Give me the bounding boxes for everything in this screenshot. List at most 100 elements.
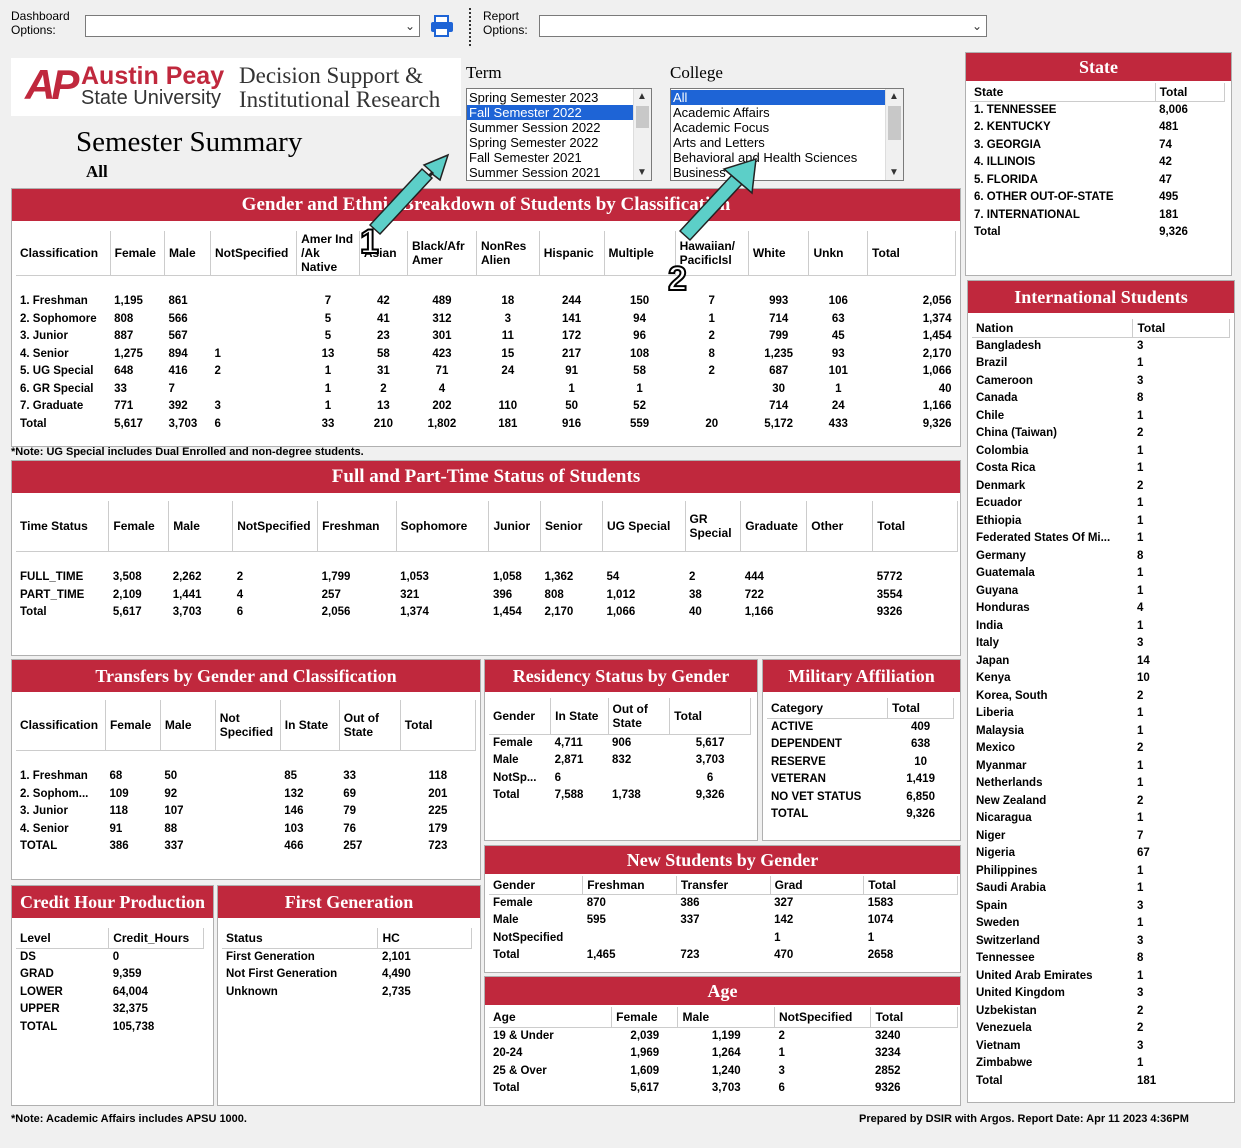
column-header[interactable]: In State	[550, 698, 609, 735]
table-row: Uzbekistan 2	[972, 1002, 1230, 1020]
column-header[interactable]: Sophomore	[396, 501, 490, 552]
college-option[interactable]: Academic Affairs	[671, 105, 903, 120]
table-cell: 312	[432, 312, 452, 325]
column-header[interactable]: Male	[168, 501, 234, 552]
international-title: International Students	[968, 281, 1234, 313]
column-header[interactable]: Male	[164, 231, 212, 276]
table-cell: FULL_TIME	[20, 571, 84, 584]
new-students-title: New Students by Gender	[485, 846, 960, 874]
column-header[interactable]: NotSpecified	[210, 231, 298, 276]
column-header[interactable]: NotSpecified	[774, 1007, 872, 1028]
table-cell: 321	[400, 588, 420, 601]
column-header[interactable]: State	[970, 83, 1156, 102]
scroll-up-icon[interactable]: ▲	[889, 91, 899, 102]
table-cell: 832	[612, 754, 632, 767]
column-header[interactable]: UG Special	[602, 501, 686, 552]
college-scrollbar[interactable]: ▲ ▼	[885, 89, 903, 180]
table-cell: 146	[284, 805, 304, 818]
column-header[interactable]: Gender	[489, 876, 584, 895]
table-cell: Niger	[976, 829, 1006, 842]
term-option[interactable]: Summer Session 2022	[467, 120, 651, 135]
table-cell: Guyana	[976, 584, 1019, 597]
column-header[interactable]: Out of State	[608, 698, 671, 735]
column-header[interactable]: Total	[400, 700, 477, 751]
column-header[interactable]: Freshman	[582, 876, 677, 895]
column-header[interactable]: Credit_Hours	[108, 928, 204, 949]
table-row: 1. Freshman 68 50 85 33 118	[16, 768, 476, 786]
state-panel: State State Total 1. TENNESSEE 8,006 2. KENT…	[965, 52, 1232, 276]
table-row: Guatemala 1	[972, 565, 1230, 583]
table-row: Federated States Of Mi... 1	[972, 530, 1230, 548]
column-header[interactable]: Unkn	[808, 231, 869, 276]
table-cell: 257	[343, 840, 363, 853]
column-header[interactable]: Status	[222, 928, 379, 949]
dashboard-options-select[interactable]: ⌄	[85, 15, 420, 37]
university-logo: AP Austin Peay State University Decision…	[11, 58, 461, 116]
column-header[interactable]: Female	[105, 700, 161, 751]
column-header[interactable]: Amer Ind /Ak Native	[296, 231, 360, 276]
table-cell: 1,066	[606, 606, 636, 619]
column-header[interactable]: Total	[872, 501, 958, 552]
term-option[interactable]: Spring Semester 2023	[467, 90, 651, 105]
column-header[interactable]: Total	[863, 876, 958, 895]
table-cell	[215, 785, 280, 803]
column-header[interactable]: Total	[867, 231, 956, 276]
scroll-thumb[interactable]	[888, 106, 901, 140]
column-header[interactable]: Nation	[972, 319, 1134, 338]
scroll-down-icon[interactable]: ▼	[889, 167, 899, 178]
table-row: 5. UG Special 648 416 2 1 31 71 24 91 58 2 687 101 1,…	[16, 363, 956, 381]
column-header[interactable]: Male	[677, 1007, 775, 1028]
table-row: Brazil 1	[972, 355, 1230, 373]
column-header[interactable]: Classification	[16, 700, 106, 751]
column-header[interactable]: Other	[806, 501, 874, 552]
table-cell: 217	[562, 347, 582, 360]
table-cell: 2. KENTUCKY	[974, 121, 1051, 134]
column-header[interactable]: Senior	[540, 501, 603, 552]
column-header[interactable]: Junior	[488, 501, 542, 552]
report-options-select[interactable]: ⌄	[539, 15, 987, 37]
column-header[interactable]: Category	[767, 698, 889, 719]
table-cell: 3	[1136, 1039, 1144, 1052]
column-header[interactable]: Male	[160, 700, 216, 751]
table-cell: NO VET STATUS	[771, 790, 862, 803]
column-header[interactable]: Level	[16, 928, 110, 949]
column-header[interactable]: Total	[1132, 319, 1230, 338]
table-cell: 9,326	[922, 417, 952, 430]
table-cell: 1,799	[321, 571, 351, 584]
column-header[interactable]: Not Specified	[215, 700, 281, 751]
column-header[interactable]: Grad	[770, 876, 865, 895]
column-header[interactable]: Time Status	[16, 501, 110, 552]
column-header[interactable]: In State	[280, 700, 340, 751]
table-cell: 3	[1136, 899, 1144, 912]
column-header[interactable]: Freshman	[317, 501, 397, 552]
scroll-up-icon[interactable]: ▲	[637, 91, 647, 102]
column-header[interactable]: HC	[377, 928, 472, 949]
column-header[interactable]: Transfer	[676, 876, 771, 895]
column-header[interactable]: NotSpecified	[232, 501, 319, 552]
table-cell: 595	[586, 914, 606, 927]
table-row: 4. ILLINOIS 42	[970, 154, 1225, 172]
column-header[interactable]: Out of State	[339, 700, 401, 751]
column-header[interactable]: Total	[1155, 83, 1226, 102]
column-header[interactable]: Age	[489, 1007, 613, 1028]
column-header[interactable]: Total	[887, 698, 954, 719]
table-cell: Liberia	[976, 707, 1014, 720]
table-cell: Uzbekistan	[976, 1004, 1037, 1017]
column-header[interactable]: Gender	[489, 698, 552, 735]
column-header[interactable]: Female	[110, 231, 165, 276]
term-option-selected[interactable]: Fall Semester 2022	[467, 105, 651, 120]
table-cell: 1	[835, 382, 842, 395]
column-header[interactable]: Female	[108, 501, 170, 552]
scroll-thumb[interactable]	[636, 106, 649, 128]
column-header[interactable]: Total	[870, 1007, 958, 1028]
column-header[interactable]: Graduate	[740, 501, 808, 552]
college-option-selected[interactable]: All	[671, 90, 903, 105]
column-header[interactable]: Female	[611, 1007, 679, 1028]
print-icon[interactable]	[429, 15, 455, 37]
table-cell: 861	[168, 295, 188, 308]
column-header[interactable]: Classification	[16, 231, 111, 276]
college-option[interactable]: Academic Focus	[671, 120, 903, 135]
column-header[interactable]: GR Special	[685, 501, 742, 552]
table-cell: 40	[689, 606, 702, 619]
column-header[interactable]: Total	[669, 698, 751, 735]
